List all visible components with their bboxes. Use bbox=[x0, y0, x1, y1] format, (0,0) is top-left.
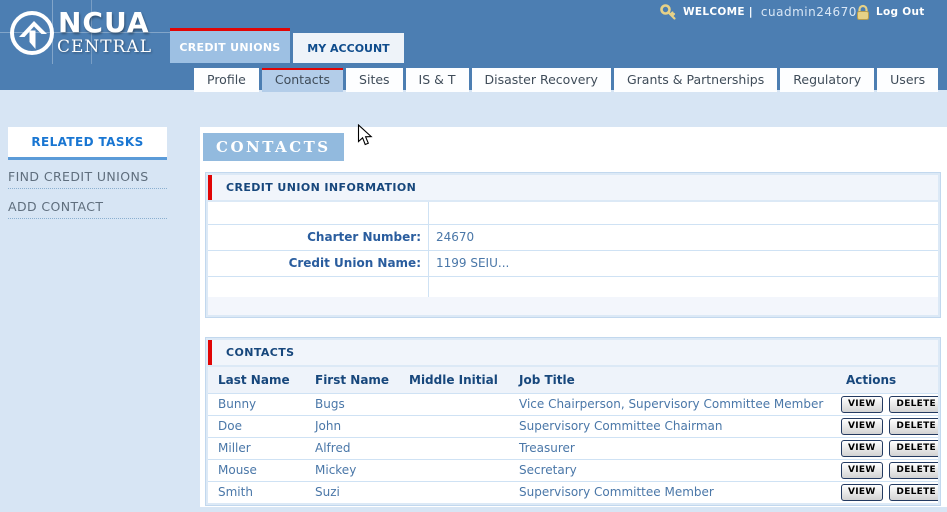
section-footer-band bbox=[208, 297, 938, 315]
tab-my-account[interactable]: MY ACCOUNT bbox=[293, 33, 404, 63]
page-title: CONTACTS bbox=[203, 133, 344, 161]
padlock-icon bbox=[855, 4, 871, 21]
middle-initial-cell bbox=[399, 394, 509, 415]
red-accent-bar bbox=[208, 340, 212, 365]
contacts-section-header: CONTACTS bbox=[208, 340, 938, 365]
credit-union-info-table: Charter Number: 24670 Credit Union Name:… bbox=[208, 202, 938, 297]
contacts-table-body: Bunny Bugs Vice Chairperson, Supervisory… bbox=[208, 393, 938, 503]
credit-union-information-title: CREDIT UNION INFORMATION bbox=[226, 181, 416, 194]
subtab[interactable]: Profile bbox=[194, 68, 259, 92]
contacts-table-header-row: Last Name First Name Middle Initial Job … bbox=[208, 367, 938, 393]
first-name-cell: Mickey bbox=[305, 460, 399, 481]
top-header: NCUA CENTRAL WELCOME | cuadmin24670 Log … bbox=[0, 0, 947, 90]
view-button[interactable]: VIEW bbox=[841, 462, 883, 479]
job-title-cell: Supervisory Committee Member bbox=[509, 482, 835, 503]
last-name-cell: Bunny bbox=[208, 394, 305, 415]
last-name-cell: Doe bbox=[208, 416, 305, 437]
job-title-cell: Secretary bbox=[509, 460, 835, 481]
middle-initial-cell bbox=[399, 438, 509, 459]
actions-cell: VIEW DELETE bbox=[835, 394, 938, 415]
delete-button[interactable]: DELETE bbox=[889, 440, 938, 457]
welcome-label: WELCOME | bbox=[683, 6, 753, 18]
subtab[interactable]: IS & T bbox=[406, 68, 469, 92]
ncua-logo-icon bbox=[8, 9, 56, 57]
sidebar-item-find-credit-unions[interactable]: FIND CREDIT UNIONS bbox=[8, 164, 167, 189]
subtab[interactable]: Sites bbox=[346, 68, 403, 92]
last-name-cell: Mouse bbox=[208, 460, 305, 481]
job-title-cell: Supervisory Committee Chairman bbox=[509, 416, 835, 437]
contact-row: Miller Alfred Treasurer VIEW DELETE bbox=[208, 437, 938, 459]
charter-number-value: 24670 bbox=[429, 225, 938, 250]
logout-button[interactable]: Log Out bbox=[855, 3, 925, 21]
actions-cell: VIEW DELETE bbox=[835, 438, 938, 459]
logout-label: Log Out bbox=[876, 6, 925, 18]
delete-button[interactable]: DELETE bbox=[889, 396, 938, 413]
sidebar-item-add-contact[interactable]: ADD CONTACT bbox=[8, 194, 167, 219]
first-name-cell: Bugs bbox=[305, 394, 399, 415]
middle-initial-cell bbox=[399, 482, 509, 503]
tab-credit-unions[interactable]: CREDIT UNIONS bbox=[170, 28, 290, 63]
table-row bbox=[208, 202, 938, 225]
delete-button[interactable]: DELETE bbox=[889, 484, 938, 501]
contact-row: Mouse Mickey Secretary VIEW DELETE bbox=[208, 459, 938, 481]
column-header-actions: Actions bbox=[835, 367, 938, 393]
credit-union-name-value: 1199 SEIU... bbox=[429, 251, 938, 276]
subtab[interactable]: Disaster Recovery bbox=[472, 68, 611, 92]
subtab-bar: Profile Contacts Sites IS & T Disaster R… bbox=[194, 68, 941, 90]
charter-number-label: Charter Number: bbox=[208, 225, 429, 250]
delete-button[interactable]: DELETE bbox=[889, 418, 938, 435]
red-accent-bar bbox=[208, 175, 212, 200]
middle-initial-cell bbox=[399, 460, 509, 481]
subtab[interactable]: Users bbox=[877, 68, 938, 92]
welcome-area: WELCOME | cuadmin24670 bbox=[660, 3, 857, 21]
view-button[interactable]: VIEW bbox=[841, 440, 883, 457]
charter-number-row: Charter Number: 24670 bbox=[208, 225, 938, 251]
job-title-cell: Vice Chairperson, Supervisory Committee … bbox=[509, 394, 835, 415]
key-icon bbox=[660, 4, 677, 21]
credit-union-name-row: Credit Union Name: 1199 SEIU... bbox=[208, 251, 938, 277]
ncua-central-app: NCUA CENTRAL WELCOME | cuadmin24670 Log … bbox=[0, 0, 947, 512]
contacts-section: CONTACTS Last Name First Name Middle Ini… bbox=[205, 337, 941, 506]
table-row bbox=[208, 277, 938, 297]
credit-union-information-header: CREDIT UNION INFORMATION bbox=[208, 175, 938, 200]
actions-cell: VIEW DELETE bbox=[835, 416, 938, 437]
first-name-cell: Suzi bbox=[305, 482, 399, 503]
credit-union-name-label: Credit Union Name: bbox=[208, 251, 429, 276]
column-header-first-name: First Name bbox=[305, 367, 399, 393]
column-header-middle-initial: Middle Initial bbox=[399, 367, 509, 393]
ncua-logo[interactable]: NCUA CENTRAL bbox=[8, 8, 168, 64]
first-name-cell: John bbox=[305, 416, 399, 437]
subtab[interactable]: Contacts bbox=[262, 68, 343, 92]
last-name-cell: Smith bbox=[208, 482, 305, 503]
view-button[interactable]: VIEW bbox=[841, 484, 883, 501]
contact-row: Smith Suzi Supervisory Committee Member … bbox=[208, 481, 938, 503]
logo-subtitle: CENTRAL bbox=[57, 37, 152, 57]
contact-row: Bunny Bugs Vice Chairperson, Supervisory… bbox=[208, 393, 938, 415]
logged-in-username: cuadmin24670 bbox=[761, 5, 857, 19]
view-button[interactable]: VIEW bbox=[841, 396, 883, 413]
actions-cell: VIEW DELETE bbox=[835, 460, 938, 481]
view-button[interactable]: VIEW bbox=[841, 418, 883, 435]
credit-union-information-section: CREDIT UNION INFORMATION Charter Number:… bbox=[205, 172, 941, 318]
actions-cell: VIEW DELETE bbox=[835, 482, 938, 503]
first-name-cell: Alfred bbox=[305, 438, 399, 459]
column-header-last-name: Last Name bbox=[208, 367, 305, 393]
middle-initial-cell bbox=[399, 416, 509, 437]
contacts-table: Last Name First Name Middle Initial Job … bbox=[208, 367, 938, 503]
related-tasks-header: RELATED TASKS bbox=[8, 127, 167, 160]
job-title-cell: Treasurer bbox=[509, 438, 835, 459]
contacts-section-title: CONTACTS bbox=[226, 346, 295, 359]
last-name-cell: Miller bbox=[208, 438, 305, 459]
subtab[interactable]: Regulatory bbox=[780, 68, 874, 92]
column-header-job-title: Job Title bbox=[509, 367, 835, 393]
subtab[interactable]: Grants & Partnerships bbox=[614, 68, 777, 92]
delete-button[interactable]: DELETE bbox=[889, 462, 938, 479]
logo-title: NCUA bbox=[58, 6, 150, 39]
contact-row: Doe John Supervisory Committee Chairman … bbox=[208, 415, 938, 437]
